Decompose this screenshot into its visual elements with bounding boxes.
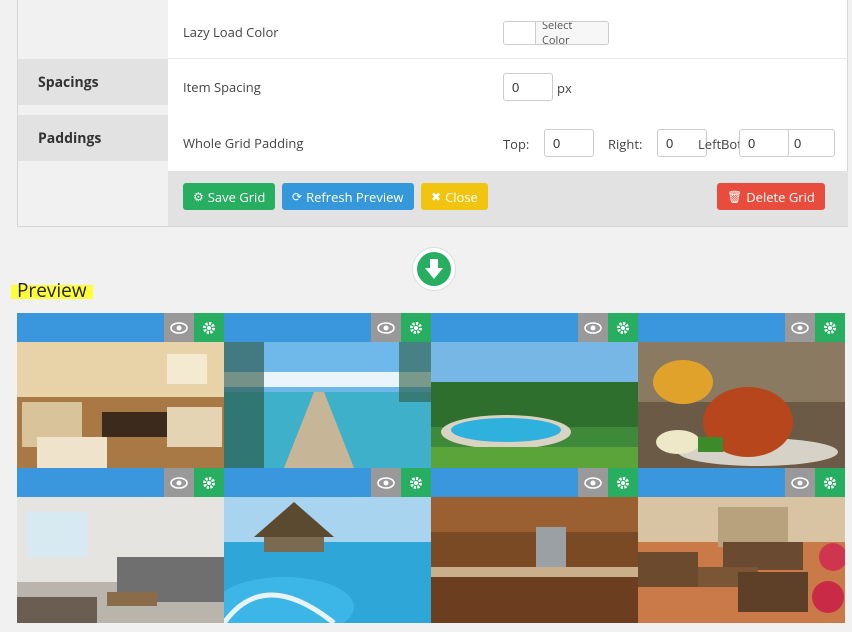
- resort-pool-photo: [224, 497, 431, 623]
- padding-left-input[interactable]: 0: [739, 129, 789, 157]
- delete-grid-button[interactable]: 🗑 Delete Grid: [717, 183, 825, 210]
- preview-title: Preview: [11, 277, 93, 303]
- trash-icon: 🗑: [727, 188, 743, 205]
- eye-icon[interactable]: [578, 468, 608, 497]
- grid-item: [17, 468, 224, 623]
- refresh-preview-label: Refresh Preview: [306, 187, 404, 206]
- eye-icon[interactable]: [164, 313, 194, 342]
- eye-icon[interactable]: [164, 468, 194, 497]
- lazy-load-color-row: Lazy Load Color Select Color: [168, 0, 848, 59]
- grid-padding-label: Whole Grid Padding: [183, 134, 304, 152]
- preview-grid: [17, 313, 845, 624]
- gear-icon[interactable]: [401, 313, 431, 342]
- eye-icon[interactable]: [578, 313, 608, 342]
- grid-item: [638, 468, 845, 623]
- gear-icon[interactable]: [401, 468, 431, 497]
- grid-item: [638, 313, 845, 468]
- padding-right-label: Right:: [608, 135, 643, 153]
- gear-icon[interactable]: [608, 468, 638, 497]
- grid-item: [431, 468, 638, 623]
- item-spacing-row: Item Spacing 0 px: [168, 59, 848, 115]
- patio-photo: [638, 497, 845, 623]
- select-color-button[interactable]: Select Color: [503, 21, 609, 45]
- gear-icon: ⚙: [193, 188, 204, 205]
- select-color-label[interactable]: Select Color: [536, 22, 608, 44]
- close-label: Close: [445, 187, 478, 206]
- close-button[interactable]: ✖ Close: [421, 183, 488, 210]
- delete-grid-label: Delete Grid: [746, 187, 815, 206]
- kitchen-photo: [431, 497, 638, 623]
- settings-sidebar: Spacings Paddings: [18, 0, 168, 226]
- color-swatch[interactable]: [504, 22, 536, 44]
- eye-icon[interactable]: [785, 468, 815, 497]
- close-icon: ✖: [431, 188, 442, 205]
- gear-icon[interactable]: [815, 468, 845, 497]
- pool-garden-photo: [431, 342, 638, 468]
- gear-icon[interactable]: [815, 313, 845, 342]
- sidebar-tab-paddings[interactable]: Paddings: [18, 115, 168, 161]
- item-spacing-label: Item Spacing: [183, 78, 261, 96]
- padding-bottom-input[interactable]: 0: [785, 129, 835, 157]
- living-room-photo: [17, 342, 224, 468]
- refresh-icon: ⟳: [292, 188, 303, 205]
- modern-living-photo: [17, 497, 224, 623]
- sidebar-tab-spacings[interactable]: Spacings: [18, 59, 168, 105]
- arrow-down-icon: [425, 259, 443, 279]
- tea-cup-photo: [638, 342, 845, 468]
- grid-item: [224, 468, 431, 623]
- eye-icon[interactable]: [371, 313, 401, 342]
- padding-top-input[interactable]: 0: [544, 129, 594, 157]
- grid-item: [224, 313, 431, 468]
- refresh-preview-button[interactable]: ⟳ Refresh Preview: [282, 183, 414, 210]
- arrow-down-badge: [412, 247, 456, 291]
- gear-icon[interactable]: [194, 468, 224, 497]
- item-spacing-input[interactable]: 0: [503, 73, 553, 101]
- save-grid-label: Save Grid: [207, 187, 266, 206]
- gear-icon[interactable]: [608, 313, 638, 342]
- grid-item: [17, 313, 224, 468]
- action-bar: ⚙ Save Grid ⟳ Refresh Preview ✖ Close 🗑 …: [168, 171, 848, 226]
- beach-pier-photo: [224, 342, 431, 468]
- eye-icon[interactable]: [371, 468, 401, 497]
- gear-icon[interactable]: [194, 313, 224, 342]
- grid-item: [431, 313, 638, 468]
- item-spacing-unit: px: [557, 79, 572, 97]
- lazy-load-color-label: Lazy Load Color: [183, 23, 279, 41]
- eye-icon[interactable]: [785, 313, 815, 342]
- padding-left-label: Left:: [698, 135, 725, 153]
- save-grid-button[interactable]: ⚙ Save Grid: [183, 183, 276, 210]
- padding-top-label: Top:: [503, 135, 530, 153]
- grid-settings-panel: Spacings Paddings Lazy Load Color Select…: [17, 0, 848, 227]
